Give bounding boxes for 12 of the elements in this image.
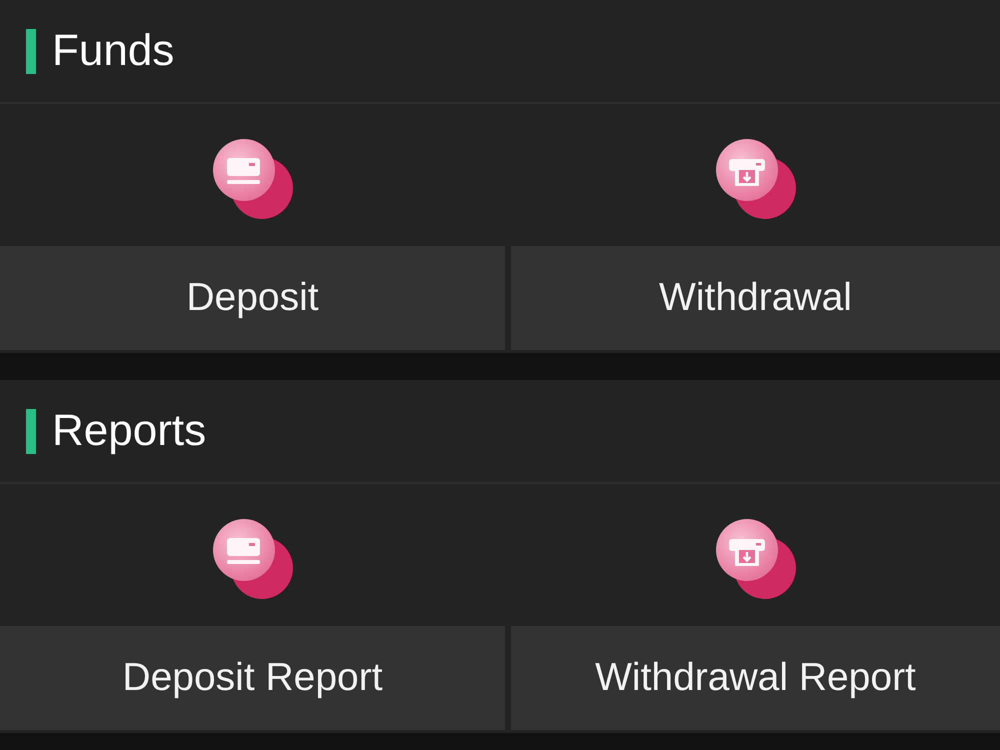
section-title: Funds	[52, 25, 174, 77]
menu-button[interactable]: Withdrawal Report	[511, 626, 1000, 730]
credit-card-icon[interactable]	[212, 519, 292, 599]
menu-button[interactable]: Deposit	[0, 246, 505, 350]
cash-machine-icon[interactable]	[716, 519, 796, 599]
accent-bar	[26, 408, 36, 454]
menu-button[interactable]: Deposit Report	[0, 626, 505, 730]
credit-card-icon[interactable]	[212, 139, 292, 219]
menu-button[interactable]: Withdrawal	[511, 246, 1000, 350]
section-title: Reports	[52, 405, 206, 457]
accent-bar	[26, 28, 36, 74]
cash-machine-icon[interactable]	[716, 139, 796, 219]
